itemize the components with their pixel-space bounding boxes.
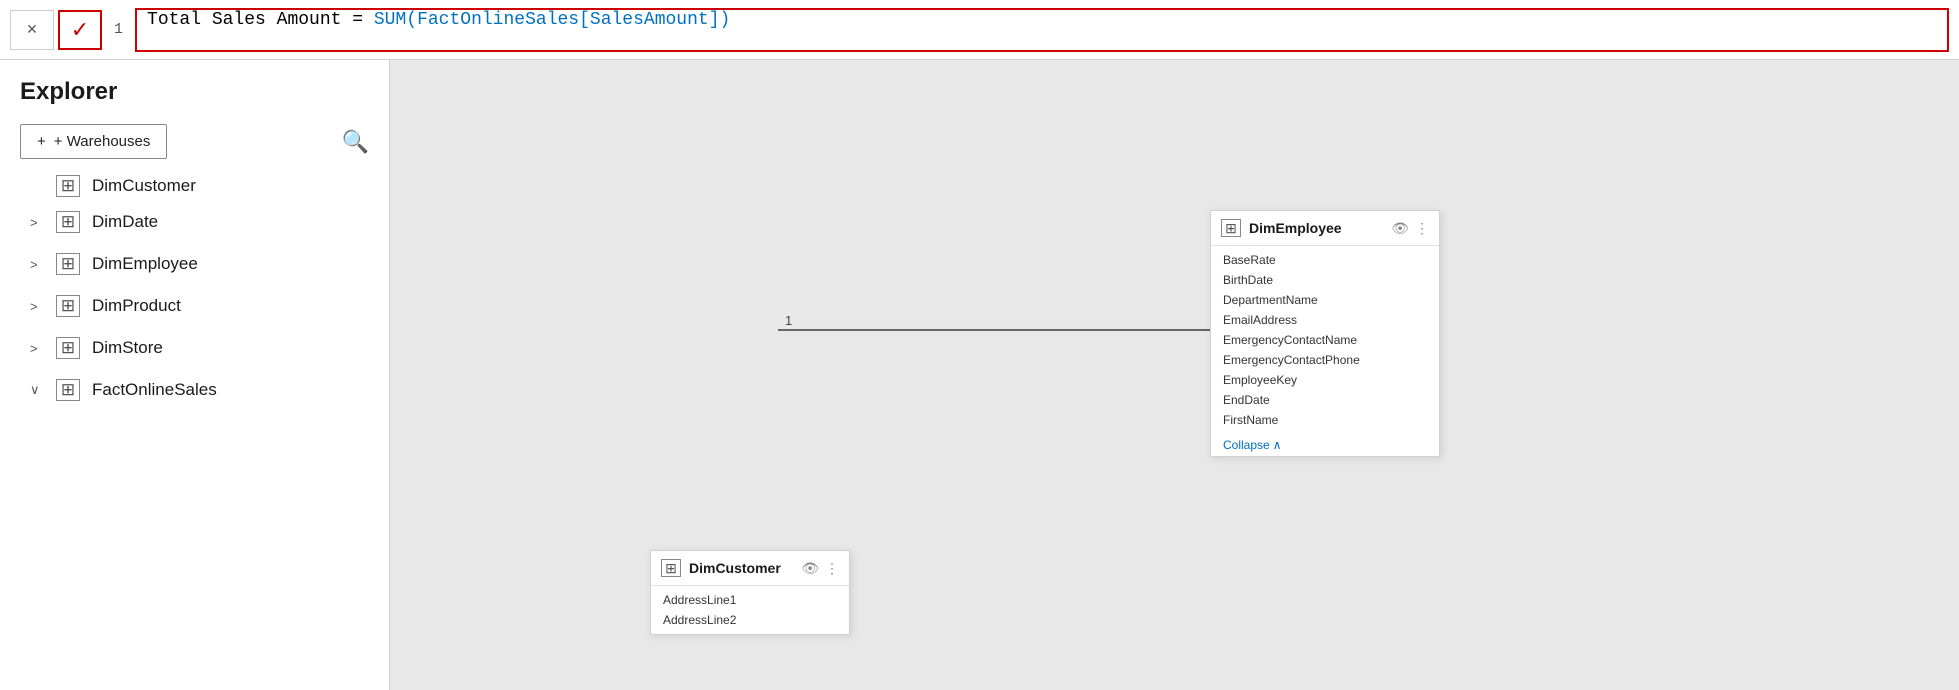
- chevron-icon-dimproduct: >: [30, 299, 44, 314]
- collapse-label-dimemployee: Collapse: [1223, 438, 1270, 452]
- title-area-dimcustomer: ⊞ DimCustomer: [661, 559, 781, 577]
- field-addressline1: AddressLine1: [651, 590, 849, 610]
- explorer-title: Explorer: [20, 78, 117, 106]
- formula-text-prefix: Total Sales Amount =: [147, 10, 374, 30]
- formula-input[interactable]: Total Sales Amount = SUM(FactOnlineSales…: [135, 8, 1949, 52]
- table-card-actions-dimcustomer: 👁 ⋮: [801, 560, 839, 577]
- field-birthdate: BirthDate: [1211, 270, 1439, 290]
- table-icon-factonlinesales: ⊞: [56, 379, 80, 401]
- item-label-factonlinesales: FactOnlineSales: [92, 380, 217, 400]
- explorer-controls: + + Warehouses 🔍: [0, 118, 389, 171]
- field-emergencycontactname: EmergencyContactName: [1211, 330, 1439, 350]
- line-number: 1: [106, 21, 131, 38]
- search-icon[interactable]: 🔍: [342, 129, 369, 155]
- table-icon-dimemployee: ⊞: [56, 253, 80, 275]
- item-label-dimproduct: DimProduct: [92, 296, 181, 316]
- visibility-icon-dimemployee[interactable]: 👁: [1391, 220, 1409, 237]
- field-departmentname: DepartmentName: [1211, 290, 1439, 310]
- table-icon-dimproduct: ⊞: [56, 295, 80, 317]
- list-item-dimstore[interactable]: > ⊞ DimStore: [0, 327, 389, 369]
- list-item-dimemployee[interactable]: > ⊞ DimEmployee: [0, 243, 389, 285]
- table-card-header-dimcustomer: ⊞ DimCustomer 👁 ⋮: [651, 551, 849, 586]
- table-icon-dimemployee-card: ⊞: [1221, 219, 1241, 237]
- plus-icon: +: [37, 133, 46, 150]
- table-card-fields-dimcustomer: AddressLine1 AddressLine2: [651, 586, 849, 634]
- field-firstname: FirstName: [1211, 410, 1439, 430]
- more-icon-dimcustomer[interactable]: ⋮: [825, 560, 839, 577]
- table-card-header-dimemployee: ⊞ DimEmployee 👁 ⋮: [1211, 211, 1439, 246]
- collapse-icon-dimemployee: ∧: [1273, 438, 1282, 452]
- table-card-name-dimemployee: DimEmployee: [1249, 220, 1342, 236]
- title-area-dimemployee: ⊞ DimEmployee: [1221, 219, 1342, 237]
- check-icon: ✓: [71, 17, 89, 43]
- chevron-icon-dimdate: >: [30, 215, 44, 230]
- item-label-dimemployee: DimEmployee: [92, 254, 198, 274]
- formula-bar: × ✓ 1 Total Sales Amount = SUM(FactOnlin…: [0, 0, 1959, 60]
- connector-svg: 1: [390, 60, 1959, 690]
- table-icon-partial: ⊞: [56, 175, 80, 197]
- table-card-dimcustomer: ⊞ DimCustomer 👁 ⋮ AddressLine1 AddressLi…: [650, 550, 850, 635]
- field-baserate: BaseRate: [1211, 250, 1439, 270]
- cancel-button[interactable]: ×: [10, 10, 54, 50]
- table-card-dimemployee: ⊞ DimEmployee 👁 ⋮ BaseRate BirthDate Dep…: [1210, 210, 1440, 457]
- table-card-actions-dimemployee: 👁 ⋮: [1391, 220, 1429, 237]
- list-item-factonlinesales[interactable]: ∨ ⊞ FactOnlineSales: [0, 369, 389, 411]
- svg-text:1: 1: [785, 313, 792, 328]
- chevron-icon-dimstore: >: [30, 341, 44, 356]
- cancel-icon: ×: [27, 19, 38, 40]
- table-card-name-dimcustomer: DimCustomer: [689, 560, 781, 576]
- item-label-dimdate: DimDate: [92, 212, 158, 232]
- add-warehouse-label: + Warehouses: [54, 133, 151, 150]
- visibility-icon-dimcustomer[interactable]: 👁: [801, 560, 819, 577]
- list-item-dimproduct[interactable]: > ⊞ DimProduct: [0, 285, 389, 327]
- table-card-fields-dimemployee: BaseRate BirthDate DepartmentName EmailA…: [1211, 246, 1439, 434]
- explorer-sidebar: Explorer + + Warehouses 🔍 ⊞ DimCustomer …: [0, 60, 390, 690]
- add-warehouse-button[interactable]: + + Warehouses: [20, 124, 167, 159]
- chevron-icon-factonlinesales: ∨: [30, 382, 44, 398]
- main-content: Explorer + + Warehouses 🔍 ⊞ DimCustomer …: [0, 60, 1959, 690]
- field-emergencycontactphone: EmergencyContactPhone: [1211, 350, 1439, 370]
- table-icon-dimstore: ⊞: [56, 337, 80, 359]
- item-label-dimcustomer-partial: DimCustomer: [92, 176, 196, 196]
- canvas-area: 1 ⊞ DimEmployee 👁 ⋮ BaseRate BirthDate D…: [390, 60, 1959, 690]
- explorer-header: Explorer: [0, 60, 389, 118]
- more-icon-dimemployee[interactable]: ⋮: [1415, 220, 1429, 237]
- field-addressline2: AddressLine2: [651, 610, 849, 630]
- list-item-dimdate[interactable]: > ⊞ DimDate: [0, 201, 389, 243]
- field-emailaddress: EmailAddress: [1211, 310, 1439, 330]
- explorer-list: ⊞ DimCustomer > ⊞ DimDate > ⊞ DimEmploye…: [0, 171, 389, 690]
- collapse-button-dimemployee[interactable]: Collapse ∧: [1211, 434, 1439, 456]
- table-icon-dimcustomer-card: ⊞: [661, 559, 681, 577]
- field-employeekey: EmployeeKey: [1211, 370, 1439, 390]
- table-icon-dimdate: ⊞: [56, 211, 80, 233]
- list-item-dimcustomer-partial: ⊞ DimCustomer: [0, 171, 389, 201]
- field-enddate: EndDate: [1211, 390, 1439, 410]
- confirm-button[interactable]: ✓: [58, 10, 102, 50]
- formula-text-function: SUM(FactOnlineSales[SalesAmount]): [374, 10, 730, 30]
- chevron-icon-dimemployee: >: [30, 257, 44, 272]
- item-label-dimstore: DimStore: [92, 338, 163, 358]
